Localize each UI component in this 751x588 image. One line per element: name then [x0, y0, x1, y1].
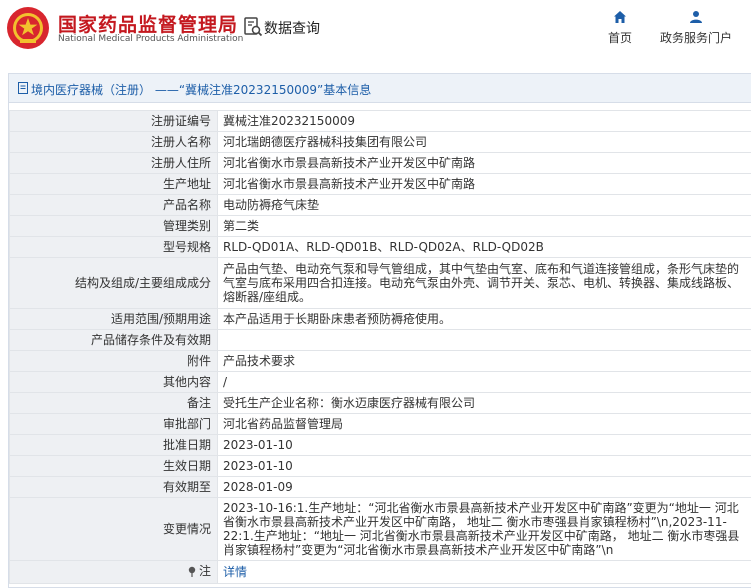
- user-icon: [690, 11, 702, 23]
- home-icon: [614, 11, 626, 23]
- info-label: 生效日期: [9, 455, 218, 477]
- registration-info-table: 注册证编号 冀械注准20232150009 注册人名称 河北瑞朗德医疗器械科技集团有限…: [9, 110, 751, 584]
- info-label: 备注: [9, 392, 218, 414]
- data-query-label: 数据查询: [264, 21, 320, 37]
- info-row: 注册人住所 河北省衡水市景县高新技术产业开发区中矿南路: [9, 152, 751, 174]
- info-row: 备注 受托生产企业名称：衡水迈康医疗器械有限公司: [9, 392, 751, 414]
- info-label: 适用范围/预期用途: [9, 308, 218, 330]
- brand-title-en: National Medical Products Administration: [58, 34, 244, 44]
- info-row: 变更情况 2023-10-16:1.生产地址：“河北省衡水市景县高新技术产业开发区…: [9, 497, 751, 561]
- info-row: 产品名称 电动防褥疮气床垫: [9, 194, 751, 216]
- info-row: 管理类别 第二类: [9, 215, 751, 237]
- nav-service-portal[interactable]: 政务服务门户: [658, 10, 734, 46]
- info-row: 有效期至 2028-01-09: [9, 476, 751, 498]
- info-value: 电动防褥疮气床垫: [217, 194, 751, 216]
- info-label: 注册人住所: [9, 152, 218, 174]
- info-value: 2023-01-10: [217, 434, 751, 456]
- info-value: 受托生产企业名称：衡水迈康医疗器械有限公司: [217, 392, 751, 414]
- info-value: [217, 329, 751, 351]
- info-label: 审批部门: [9, 413, 218, 435]
- note-row: 注详情: [9, 560, 751, 584]
- info-value: 产品技术要求: [217, 350, 751, 372]
- info-value: 本产品适用于长期卧床患者预防褥疮使用。: [217, 308, 751, 330]
- national-emblem-logo: [7, 7, 49, 49]
- note-value-cell: 详情: [217, 560, 751, 584]
- nav-home-label: 首页: [607, 31, 632, 45]
- info-label: 其他内容: [9, 371, 218, 393]
- panel-header: 境内医疗器械（注册） ——“冀械注准20232150009”基本信息: [9, 74, 751, 103]
- info-row: 产品储存条件及有效期: [9, 329, 751, 351]
- info-value: 河北省药品监督管理局: [217, 413, 751, 435]
- info-value: 冀械注准20232150009: [217, 110, 751, 132]
- info-value: 河北省衡水市景县高新技术产业开发区中矿南路: [217, 152, 751, 174]
- info-value: 河北省衡水市景县高新技术产业开发区中矿南路: [217, 173, 751, 195]
- info-row: 注册证编号 冀械注准20232150009: [9, 110, 751, 132]
- info-row: 批准日期 2023-01-10: [9, 434, 751, 456]
- info-label: 结构及组成/主要组成成分: [9, 257, 218, 309]
- document-icon: [18, 82, 28, 94]
- info-value: /: [217, 371, 751, 393]
- info-value: 第二类: [217, 215, 751, 237]
- info-row: 生效日期 2023-01-10: [9, 455, 751, 477]
- info-label: 附件: [9, 350, 218, 372]
- info-row: 结构及组成/主要组成成分 产品由气垫、电动充气泵和导气管组成，其中气垫由气室、底布…: [9, 257, 751, 309]
- info-label: 管理类别: [9, 215, 218, 237]
- info-value: 产品由气垫、电动充气泵和导气管组成，其中气垫由气室、底布和气道连接管组成，条形气…: [217, 257, 751, 309]
- info-row: 审批部门 河北省药品监督管理局: [9, 413, 751, 435]
- info-label: 产品储存条件及有效期: [9, 329, 218, 351]
- info-row: 适用范围/预期用途 本产品适用于长期卧床患者预防褥疮使用。: [9, 308, 751, 330]
- info-label: 有效期至: [9, 476, 218, 498]
- info-row: 附件 产品技术要求: [9, 350, 751, 372]
- brand-title-cn: 国家药品监督管理局: [58, 14, 239, 36]
- info-value: 2023-01-10: [217, 455, 751, 477]
- detail-link[interactable]: 详情: [223, 565, 247, 579]
- info-label: 产品名称: [9, 194, 218, 216]
- info-label: 型号规格: [9, 236, 218, 258]
- nav-portal-label: 政务服务门户: [659, 31, 732, 45]
- pin-icon: [188, 566, 196, 577]
- nav-home[interactable]: 首页: [604, 10, 636, 46]
- info-label: 批准日期: [9, 434, 218, 456]
- info-value: 2028-01-09: [217, 476, 751, 498]
- info-label: 生产地址: [9, 173, 218, 195]
- info-label: 变更情况: [9, 497, 218, 561]
- info-row: 生产地址 河北省衡水市景县高新技术产业开发区中矿南路: [9, 173, 751, 195]
- info-value: RLD-QD01A、RLD-QD01B、RLD-QD02A、RLD-QD02B: [217, 236, 751, 258]
- note-label-cell: 注: [9, 560, 218, 584]
- info-row: 注册人名称 河北瑞朗德医疗器械科技集团有限公司: [9, 131, 751, 153]
- info-panel: 境内医疗器械（注册） ——“冀械注准20232150009”基本信息 注册证编号…: [8, 73, 751, 588]
- info-value: 2023-10-16:1.生产地址：“河北省衡水市景县高新技术产业开发区中矿南路…: [217, 497, 751, 561]
- panel-title: 境内医疗器械（注册） ——“冀械注准20232150009”基本信息: [31, 83, 372, 97]
- note-label: 注: [198, 564, 211, 578]
- site-header: 国家药品监督管理局 National Medical Products Admi…: [0, 0, 751, 62]
- info-row: 其他内容 /: [9, 371, 751, 393]
- document-search-icon: [244, 17, 263, 37]
- info-row: 型号规格 RLD-QD01A、RLD-QD01B、RLD-QD02A、RLD-QD…: [9, 236, 751, 258]
- info-value: 河北瑞朗德医疗器械科技集团有限公司: [217, 131, 751, 153]
- info-label: 注册人名称: [9, 131, 218, 153]
- info-label: 注册证编号: [9, 110, 218, 132]
